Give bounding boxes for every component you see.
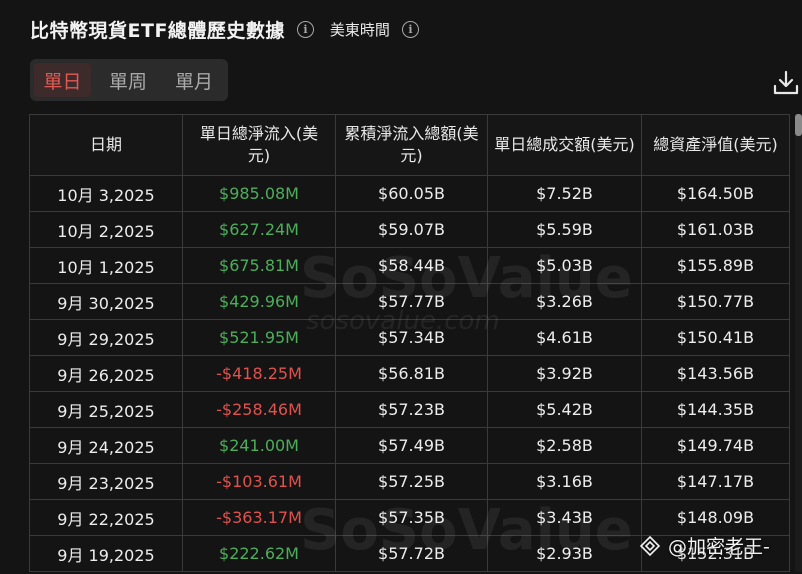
tab-month[interactable]: 單月 (165, 63, 223, 97)
daily-net-inflow-cell: $627.24M (182, 211, 336, 248)
table-row: 9月 24,2025 $241.00M $57.49B $2.58B $149.… (29, 427, 790, 464)
cumulative-net-inflow-cell: $57.49B (335, 427, 488, 464)
cumulative-net-inflow-cell: $59.07B (335, 211, 488, 248)
cumulative-net-inflow-cell: $56.81B (335, 355, 488, 392)
header: 比特幣現貨ETF總體歷史數據 i 美東時間 i (30, 12, 419, 46)
cumulative-net-inflow-cell: $60.05B (335, 175, 488, 212)
table-header-row: 日期 單日總淨流入(美元) 累積淨流入總額(美元) 單日總成交額(美元) 總資產… (29, 114, 790, 176)
date-cell: 9月 30,2025 (29, 283, 183, 320)
page-title: 比特幣現貨ETF總體歷史數據 (30, 19, 285, 42)
cumulative-net-inflow-cell: $57.25B (335, 463, 488, 500)
date-cell: 9月 19,2025 (29, 535, 183, 572)
credit-text: @加密老王- (668, 536, 770, 558)
cumulative-net-inflow-cell: $57.34B (335, 319, 488, 356)
total-net-assets-cell: $143.56B (641, 355, 790, 392)
daily-volume-cell: $5.59B (487, 211, 642, 248)
date-cell: 9月 24,2025 (29, 427, 183, 464)
date-cell: 10月 2,2025 (29, 211, 183, 248)
date-cell: 10月 1,2025 (29, 247, 183, 284)
table-row: 10月 3,2025 $985.08M $60.05B $7.52B $164.… (29, 175, 790, 212)
table-row: 9月 26,2025 -$418.25M $56.81B $3.92B $143… (29, 355, 790, 392)
download-button[interactable] (772, 68, 800, 98)
daily-net-inflow-cell: -$418.25M (182, 355, 336, 392)
info-icon[interactable]: i (296, 20, 314, 38)
total-net-assets-cell: $150.77B (641, 283, 790, 320)
daily-volume-cell: $7.52B (487, 175, 642, 212)
total-net-assets-cell: $144.35B (641, 391, 790, 428)
column-header-date[interactable]: 日期 (29, 114, 183, 176)
table-row: 9月 22,2025 -$363.17M $57.35B $3.43B $148… (29, 499, 790, 536)
download-icon (773, 70, 799, 95)
tab-week[interactable]: 單周 (99, 63, 157, 97)
table-row: 9月 30,2025 $429.96M $57.77B $3.26B $150.… (29, 283, 790, 320)
daily-net-inflow-cell: -$103.61M (182, 463, 336, 500)
daily-volume-cell: $5.03B (487, 247, 642, 284)
column-header-daily-volume[interactable]: 單日總成交額(美元) (487, 114, 642, 176)
table-scrollbar[interactable] (795, 114, 802, 572)
daily-volume-cell: $5.42B (487, 391, 642, 428)
daily-net-inflow-cell: $429.96M (182, 283, 336, 320)
daily-volume-cell: $2.93B (487, 535, 642, 572)
total-net-assets-cell: $148.09B (641, 499, 790, 536)
cumulative-net-inflow-cell: $57.72B (335, 535, 488, 572)
total-net-assets-cell: $164.50B (641, 175, 790, 212)
column-header-cumulative-net-inflow[interactable]: 累積淨流入總額(美元) (335, 114, 488, 176)
table-row: 9月 29,2025 $521.95M $57.34B $4.61B $150.… (29, 319, 790, 356)
period-segmented-control: 單日 單周 單月 (30, 59, 228, 101)
etf-history-table: 日期 單日總淨流入(美元) 累積淨流入總額(美元) 單日總成交額(美元) 總資產… (29, 114, 790, 572)
cumulative-net-inflow-cell: $58.44B (335, 247, 488, 284)
table-row: 9月 23,2025 -$103.61M $57.25B $3.16B $147… (29, 463, 790, 500)
diamond-logo-icon (640, 535, 660, 556)
timezone-label: 美東時間 (329, 20, 390, 39)
etf-history-table-container: 日期 單日總淨流入(美元) 累積淨流入總額(美元) 單日總成交額(美元) 總資產… (29, 114, 795, 574)
total-net-assets-cell: $150.41B (641, 319, 790, 356)
scrollbar-thumb[interactable] (795, 114, 802, 136)
daily-volume-cell: $3.43B (487, 499, 642, 536)
daily-volume-cell: $3.16B (487, 463, 642, 500)
cumulative-net-inflow-cell: $57.35B (335, 499, 488, 536)
author-credit: @加密老王- (640, 532, 770, 559)
cumulative-net-inflow-cell: $57.23B (335, 391, 488, 428)
daily-volume-cell: $3.92B (487, 355, 642, 392)
date-cell: 9月 23,2025 (29, 463, 183, 500)
timezone-info-icon[interactable]: i (401, 20, 419, 38)
daily-net-inflow-cell: $241.00M (182, 427, 336, 464)
daily-net-inflow-cell: $985.08M (182, 175, 336, 212)
total-net-assets-cell: $161.03B (641, 211, 790, 248)
table-row: 10月 2,2025 $627.24M $59.07B $5.59B $161.… (29, 211, 790, 248)
daily-volume-cell: $3.26B (487, 283, 642, 320)
column-header-total-net-assets[interactable]: 總資產淨值(美元) (641, 114, 790, 176)
table-row: 10月 1,2025 $675.81M $58.44B $5.03B $155.… (29, 247, 790, 284)
daily-net-inflow-cell: $222.62M (182, 535, 336, 572)
cumulative-net-inflow-cell: $57.77B (335, 283, 488, 320)
date-cell: 10月 3,2025 (29, 175, 183, 212)
daily-volume-cell: $4.61B (487, 319, 642, 356)
total-net-assets-cell: $147.17B (641, 463, 790, 500)
date-cell: 9月 29,2025 (29, 319, 183, 356)
date-cell: 9月 22,2025 (29, 499, 183, 536)
date-cell: 9月 26,2025 (29, 355, 183, 392)
daily-net-inflow-cell: $675.81M (182, 247, 336, 284)
total-net-assets-cell: $149.74B (641, 427, 790, 464)
date-cell: 9月 25,2025 (29, 391, 183, 428)
daily-net-inflow-cell: $521.95M (182, 319, 336, 356)
daily-net-inflow-cell: -$258.46M (182, 391, 336, 428)
tab-day[interactable]: 單日 (34, 63, 91, 97)
daily-net-inflow-cell: -$363.17M (182, 499, 336, 536)
total-net-assets-cell: $155.89B (641, 247, 790, 284)
daily-volume-cell: $2.58B (487, 427, 642, 464)
column-header-daily-net-inflow[interactable]: 單日總淨流入(美元) (182, 114, 336, 176)
table-row: 9月 25,2025 -$258.46M $57.23B $5.42B $144… (29, 391, 790, 428)
